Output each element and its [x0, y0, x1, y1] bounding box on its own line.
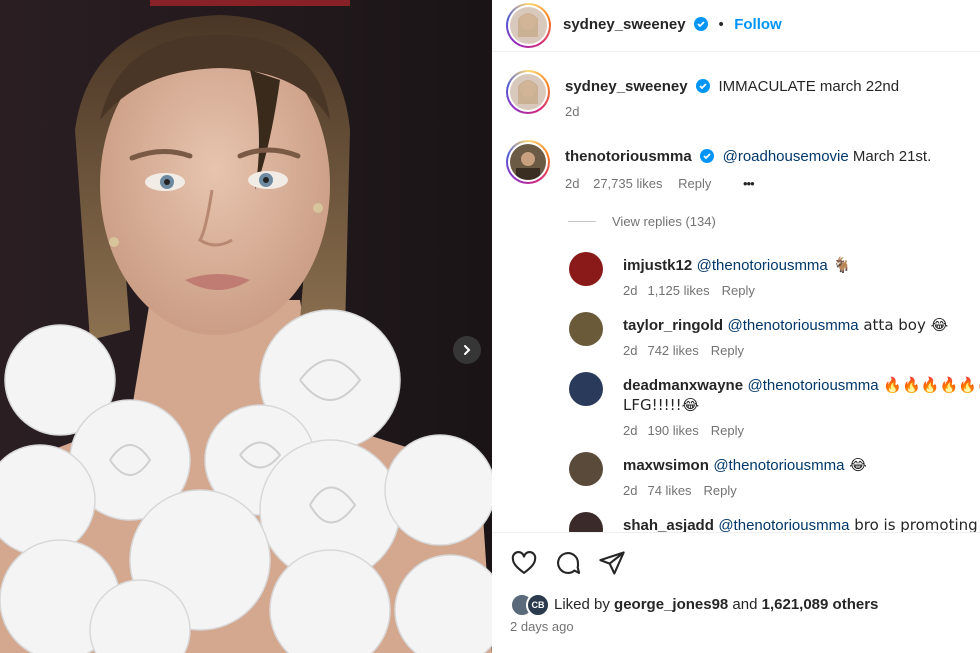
reply-comment: shah_asjadd @thenotoriousmma bro is prom… — [623, 516, 978, 532]
liked-by-prefix: Liked by — [554, 596, 615, 613]
liked-by: Liked by george_jones98 and 1,621,089 ot… — [554, 596, 878, 613]
reply-comment: imjustk12 @thenotoriousmma 🐐 — [623, 256, 851, 275]
reply-likes[interactable]: 190 likes — [647, 423, 698, 438]
verified-icon — [700, 149, 715, 163]
divider-line — [568, 221, 596, 222]
reply-avatar[interactable] — [569, 452, 603, 486]
more-options-button[interactable]: ••• — [743, 176, 755, 191]
comment-meta: 2d 27,735 likes Reply ••• — [565, 176, 755, 191]
reply-button[interactable]: Reply — [711, 343, 744, 358]
avatar-image — [510, 144, 546, 180]
next-photo-button[interactable] — [453, 336, 481, 364]
reply-text: bro is promoting — [849, 516, 978, 532]
reply-username[interactable]: taylor_ringold — [623, 317, 723, 334]
comment-username[interactable]: thenotoriousmma — [565, 148, 692, 165]
reply-meta: 2d 742 likes Reply — [623, 343, 744, 358]
reply-time: 2d — [623, 483, 638, 498]
verified-icon — [694, 17, 709, 31]
reply-likes[interactable]: 742 likes — [647, 343, 698, 358]
author-username[interactable]: sydney_sweeney — [563, 16, 686, 33]
post-photo[interactable] — [0, 0, 492, 653]
reply-mention[interactable]: @thenotoriousmma — [748, 377, 879, 394]
liked-by-user[interactable]: george_jones98 — [614, 596, 728, 613]
reply-comment: taylor_ringold @thenotoriousmma atta boy… — [623, 316, 948, 335]
reply-time: 2d — [623, 343, 638, 358]
avatar-image — [510, 7, 547, 44]
comment-time: 2d — [565, 176, 580, 191]
post-actions-bar — [492, 532, 980, 653]
portrait-image — [0, 0, 492, 653]
reply-text: 😂 — [844, 456, 867, 474]
comments-list[interactable]: sydney_sweeney IMMACULATE march 22nd 2d … — [492, 52, 980, 532]
comment-text: March 21st. — [848, 148, 932, 165]
reply-mention[interactable]: @thenotoriousmma — [718, 517, 849, 532]
reply-username[interactable]: deadmanxwayne — [623, 377, 743, 394]
reply-button[interactable]: Reply — [711, 423, 744, 438]
reply-text: 🔥🔥🔥🔥🔥🔥 — [883, 376, 980, 394]
top-comment: thenotoriousmma @roadhousemovie March 21… — [565, 148, 931, 166]
avatar-image — [510, 74, 546, 110]
reply-likes[interactable]: 1,125 likes — [647, 283, 709, 298]
reply-meta: 2d 74 likes Reply — [623, 483, 737, 498]
reply-button[interactable]: Reply — [722, 283, 755, 298]
view-replies-label: View replies (134) — [612, 214, 716, 229]
reply-text: 🐐 — [827, 256, 852, 274]
follow-button[interactable]: Follow — [734, 16, 782, 33]
chevron-right-icon — [464, 345, 471, 355]
comment-mention[interactable]: @roadhousemovie — [723, 148, 849, 165]
comment-icon[interactable] — [554, 549, 582, 577]
reply-username[interactable]: shah_asjadd — [623, 517, 714, 532]
comment-likes[interactable]: 27,735 likes — [593, 176, 662, 191]
reply-time: 2d — [623, 283, 638, 298]
reply-mention[interactable]: @thenotoriousmma — [697, 257, 828, 274]
verified-icon — [696, 79, 711, 93]
reply-button[interactable]: Reply — [678, 176, 711, 191]
reply-username[interactable]: maxwsimon — [623, 457, 709, 474]
liked-by-and: and — [728, 596, 762, 613]
reply-comment: maxwsimon @thenotoriousmma 😂 — [623, 456, 867, 475]
heart-icon[interactable] — [510, 549, 538, 577]
reply-text: atta boy 😂 — [858, 316, 949, 334]
reply-username[interactable]: imjustk12 — [623, 257, 692, 274]
reply-text-continued: LFG!!!!!😂 — [623, 396, 700, 414]
reply-likes[interactable]: 74 likes — [647, 483, 691, 498]
separator-dot: • — [718, 16, 724, 33]
view-replies-button[interactable]: View replies (134) — [568, 214, 716, 229]
reply-avatar[interactable] — [569, 252, 603, 286]
reply-time: 2d — [623, 423, 638, 438]
reply-button[interactable]: Reply — [704, 483, 737, 498]
share-icon[interactable] — [598, 549, 626, 577]
reply-mention[interactable]: @thenotoriousmma — [727, 317, 858, 334]
liked-by-count[interactable]: 1,621,089 others — [762, 596, 879, 613]
reply-comment: deadmanxwayne @thenotoriousmma 🔥🔥🔥🔥🔥🔥 — [623, 376, 980, 395]
post-header: sydney_sweeney • Follow — [492, 0, 980, 52]
post-date[interactable]: 2 days ago — [510, 619, 574, 634]
liker-badge[interactable]: CB — [526, 593, 550, 617]
post-side-panel: sydney_sweeney • Follow sydney_sweeney I — [492, 0, 980, 653]
reply-avatar[interactable] — [569, 312, 603, 346]
reply-avatar[interactable] — [569, 372, 603, 406]
comment-avatar[interactable] — [506, 140, 550, 184]
author-avatar[interactable] — [506, 3, 551, 48]
reply-meta: 2d 190 likes Reply — [623, 423, 744, 438]
caption-username[interactable]: sydney_sweeney — [565, 78, 688, 95]
caption-avatar[interactable] — [506, 70, 550, 114]
reply-mention[interactable]: @thenotoriousmma — [713, 457, 844, 474]
caption: sydney_sweeney IMMACULATE march 22nd — [565, 78, 899, 96]
reply-meta: 2d 1,125 likes Reply — [623, 283, 755, 298]
caption-text: IMMACULATE march 22nd — [718, 78, 900, 95]
reply-avatar[interactable] — [569, 512, 603, 532]
caption-time: 2d — [565, 104, 580, 119]
